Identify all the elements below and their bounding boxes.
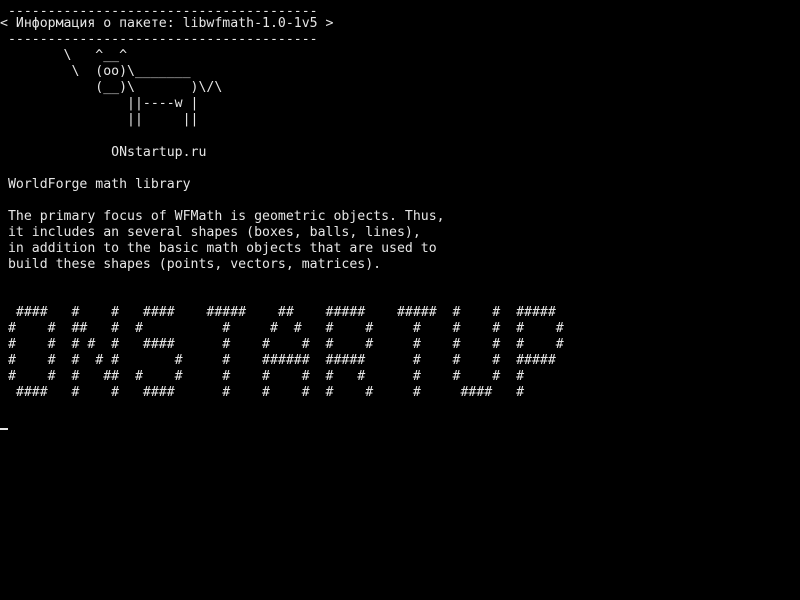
- cow-art-line: (__)\ )\/\: [0, 80, 223, 95]
- description-line: in addition to the basic math objects th…: [0, 241, 437, 256]
- cow-art-line: \ (oo)\_______: [0, 64, 191, 79]
- cowsay-message: < Информация о пакете: libwfmath-1.0-1v5…: [0, 16, 334, 31]
- package-summary: WorldForge math library: [0, 177, 191, 192]
- banner-art-line: #### # # #### # # # # # # #### #: [0, 385, 525, 400]
- description-line: build these shapes (points, vectors, mat…: [0, 257, 382, 272]
- text-cursor: [0, 428, 8, 430]
- cowsay-border-bottom: ---------------------------------------: [0, 32, 318, 47]
- cow-art-line: \ ^__^: [0, 48, 128, 63]
- banner-art-line: # # ## # # # # # # # # # # # #: [0, 321, 564, 336]
- banner-art-line: # # # ## # # # # # # # # # # #: [0, 369, 525, 384]
- description-line: The primary focus of WFMath is geometric…: [0, 209, 445, 224]
- description-line: it includes an several shapes (boxes, ba…: [0, 225, 421, 240]
- terminal-screen[interactable]: --------------------------------------- …: [0, 0, 800, 600]
- banner-art-line: #### # # #### ##### ## ##### ##### # # #…: [0, 305, 556, 320]
- site-credit: ONstartup.ru: [0, 145, 207, 160]
- banner-art-line: # # # # # #### # # # # # # # # # #: [0, 337, 564, 352]
- cow-art-line: ||----w |: [0, 96, 199, 111]
- cow-art-line: || ||: [0, 112, 199, 127]
- banner-art-line: # # # # # # # ###### ##### # # # #####: [0, 353, 556, 368]
